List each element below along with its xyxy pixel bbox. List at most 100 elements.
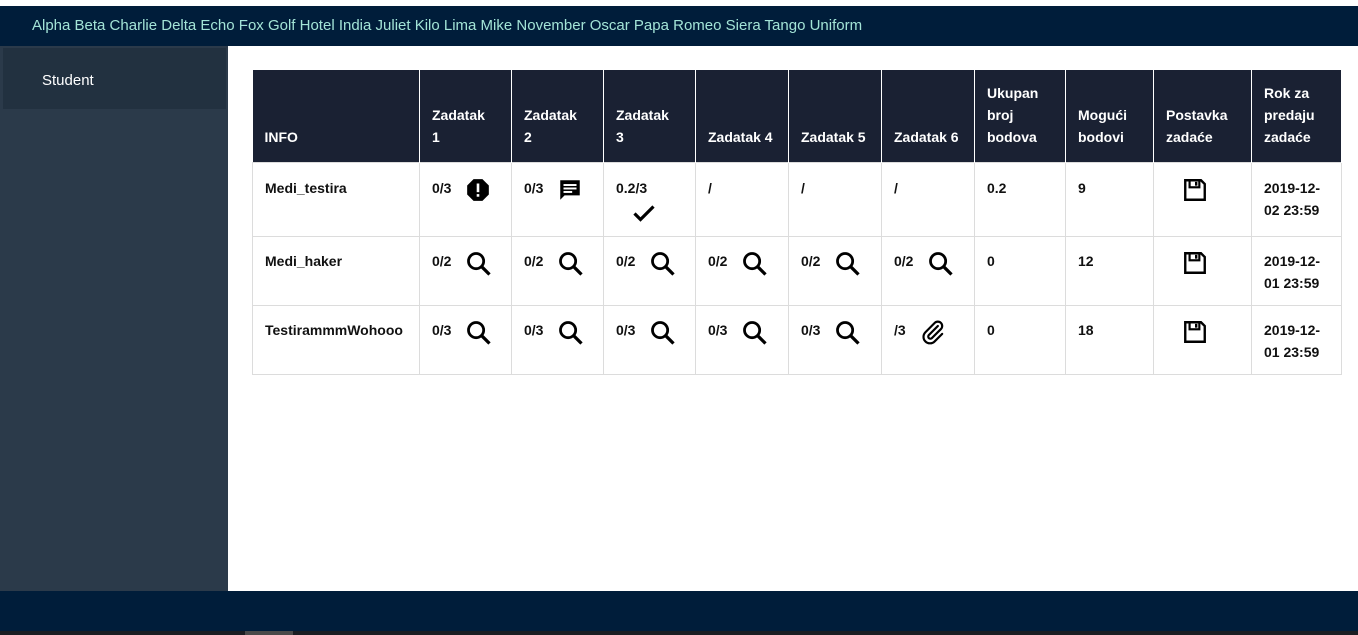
search-icon[interactable] <box>741 319 769 347</box>
task-cell: 0/3 <box>788 304 882 375</box>
col-header-label: Ukupan broj bodova <box>987 84 1039 145</box>
task-score: /3 <box>894 321 906 338</box>
save-icon[interactable] <box>1182 177 1239 203</box>
search-icon[interactable] <box>834 319 862 347</box>
col-header-task-2: Zadatak 2 <box>511 70 604 162</box>
col-header-task-1: Zadatak 1 <box>419 70 512 162</box>
task-score: 0/2 <box>616 252 636 269</box>
task-cell: 0/3 <box>603 304 696 375</box>
task-score: 0/2 <box>708 252 728 269</box>
col-header-task-6: Zadatak 6 <box>881 70 975 162</box>
col-header-label: Zadatak 4 <box>708 128 773 145</box>
deadline: 2019-12- 01 23:59 <box>1264 321 1321 360</box>
col-header-possible: Mogući bodovi <box>1065 70 1154 162</box>
student-name: Medi_testira <box>265 179 347 196</box>
task-score: 0/3 <box>524 321 544 338</box>
search-icon[interactable] <box>465 319 493 347</box>
task-cell: / <box>881 161 975 237</box>
col-header-task-4: Zadatak 4 <box>695 70 789 162</box>
header-title: Alpha Beta Charlie Delta Echo Fox Golf H… <box>32 17 863 34</box>
total-points: 0.2 <box>987 179 1007 196</box>
student-name: Medi_haker <box>265 252 343 269</box>
alert-octagon-icon[interactable] <box>465 177 491 203</box>
task-cell: 0/2 <box>695 235 789 306</box>
task-cell: 0/3 <box>511 161 604 237</box>
col-header-assignment: Postavka zadaće <box>1153 70 1252 162</box>
search-icon[interactable] <box>557 250 585 278</box>
possible-points: 12 <box>1078 252 1094 269</box>
task-score: / <box>801 179 805 196</box>
assignment-cell <box>1153 235 1252 306</box>
col-header-label: Zadatak 2 <box>524 106 577 145</box>
search-icon[interactable] <box>927 250 955 278</box>
grades-table: INFO Zadatak 1 Zadatak 2 Zadatak 3 Zadat… <box>252 70 1342 375</box>
task-score: 0/3 <box>432 321 452 338</box>
col-header-task-3: Zadatak 3 <box>603 70 696 162</box>
col-header-label: INFO <box>264 128 298 145</box>
sidebar-item-student[interactable]: Student <box>3 48 226 109</box>
total-cell: 0 <box>974 235 1066 306</box>
task-cell: 0/2 <box>788 235 882 306</box>
col-header-task-5: Zadatak 5 <box>788 70 882 162</box>
deadline-cell: 2019-12- 01 23:59 <box>1251 235 1342 306</box>
col-header-label: Zadatak 6 <box>894 128 959 145</box>
search-icon[interactable] <box>465 250 493 278</box>
task-score: / <box>894 179 898 196</box>
task-cell: / <box>788 161 882 237</box>
task-cell: 0.2/3 <box>603 161 696 237</box>
task-cell: / <box>695 161 789 237</box>
check-icon <box>630 201 683 225</box>
table-row: TestirammmWohooo 0/3 0/3 0/3 0/3 0/3 /3 … <box>252 304 1342 375</box>
task-score: 0/3 <box>616 321 636 338</box>
search-icon[interactable] <box>649 250 677 278</box>
col-header-label: Zadatak 3 <box>616 106 669 145</box>
paperclip-icon[interactable] <box>920 319 946 345</box>
task-score: 0/2 <box>894 252 914 269</box>
possible-cell: 12 <box>1065 235 1154 306</box>
total-points: 0 <box>987 252 995 269</box>
task-cell: /3 <box>881 304 975 375</box>
bottom-strip-segment <box>245 631 293 635</box>
task-score: 0/3 <box>708 321 728 338</box>
app-header: Alpha Beta Charlie Delta Echo Fox Golf H… <box>0 6 1358 46</box>
search-icon[interactable] <box>557 319 585 347</box>
task-score: 0/3 <box>432 179 452 196</box>
task-cell: 0/3 <box>419 304 512 375</box>
assignment-cell <box>1153 161 1252 237</box>
sidebar: Student <box>0 46 228 591</box>
search-icon[interactable] <box>649 319 677 347</box>
total-cell: 0 <box>974 304 1066 375</box>
table-row: Medi_haker 0/2 0/2 0/2 0/2 0/2 0/2 0 12 … <box>252 235 1342 306</box>
task-cell: 0/3 <box>695 304 789 375</box>
task-score: 0/3 <box>801 321 821 338</box>
deadline-cell: 2019-12- 02 23:59 <box>1251 161 1342 237</box>
deadline-cell: 2019-12- 01 23:59 <box>1251 304 1342 375</box>
col-header-label: Mogući bodovi <box>1078 106 1127 145</box>
search-icon[interactable] <box>834 250 862 278</box>
col-header-total: Ukupan broj bodova <box>974 70 1066 162</box>
save-icon[interactable] <box>1182 319 1239 345</box>
deadline: 2019-12- 01 23:59 <box>1264 252 1321 291</box>
col-header-label: Rok za predaju zadaće <box>1264 84 1315 145</box>
task-score: / <box>708 179 712 196</box>
task-score: 0/2 <box>524 252 544 269</box>
possible-points: 18 <box>1078 321 1094 338</box>
save-icon[interactable] <box>1182 250 1239 276</box>
col-header-label: Zadatak 5 <box>801 128 866 145</box>
col-header-info: INFO <box>252 70 420 162</box>
total-cell: 0.2 <box>974 161 1066 237</box>
assignment-cell <box>1153 304 1252 375</box>
possible-cell: 18 <box>1065 304 1154 375</box>
task-score: 0/3 <box>524 179 544 196</box>
app-footer <box>0 591 1358 631</box>
possible-cell: 9 <box>1065 161 1154 237</box>
comment-icon[interactable] <box>557 177 583 203</box>
search-icon[interactable] <box>741 250 769 278</box>
task-score: 0/2 <box>801 252 821 269</box>
student-name: TestirammmWohooo <box>265 321 403 338</box>
possible-points: 9 <box>1078 179 1086 196</box>
col-header-label: Postavka zadaće <box>1166 106 1228 145</box>
table-header-row: INFO Zadatak 1 Zadatak 2 Zadatak 3 Zadat… <box>252 70 1342 162</box>
total-points: 0 <box>987 321 995 338</box>
info-cell: Medi_testira <box>252 161 420 237</box>
